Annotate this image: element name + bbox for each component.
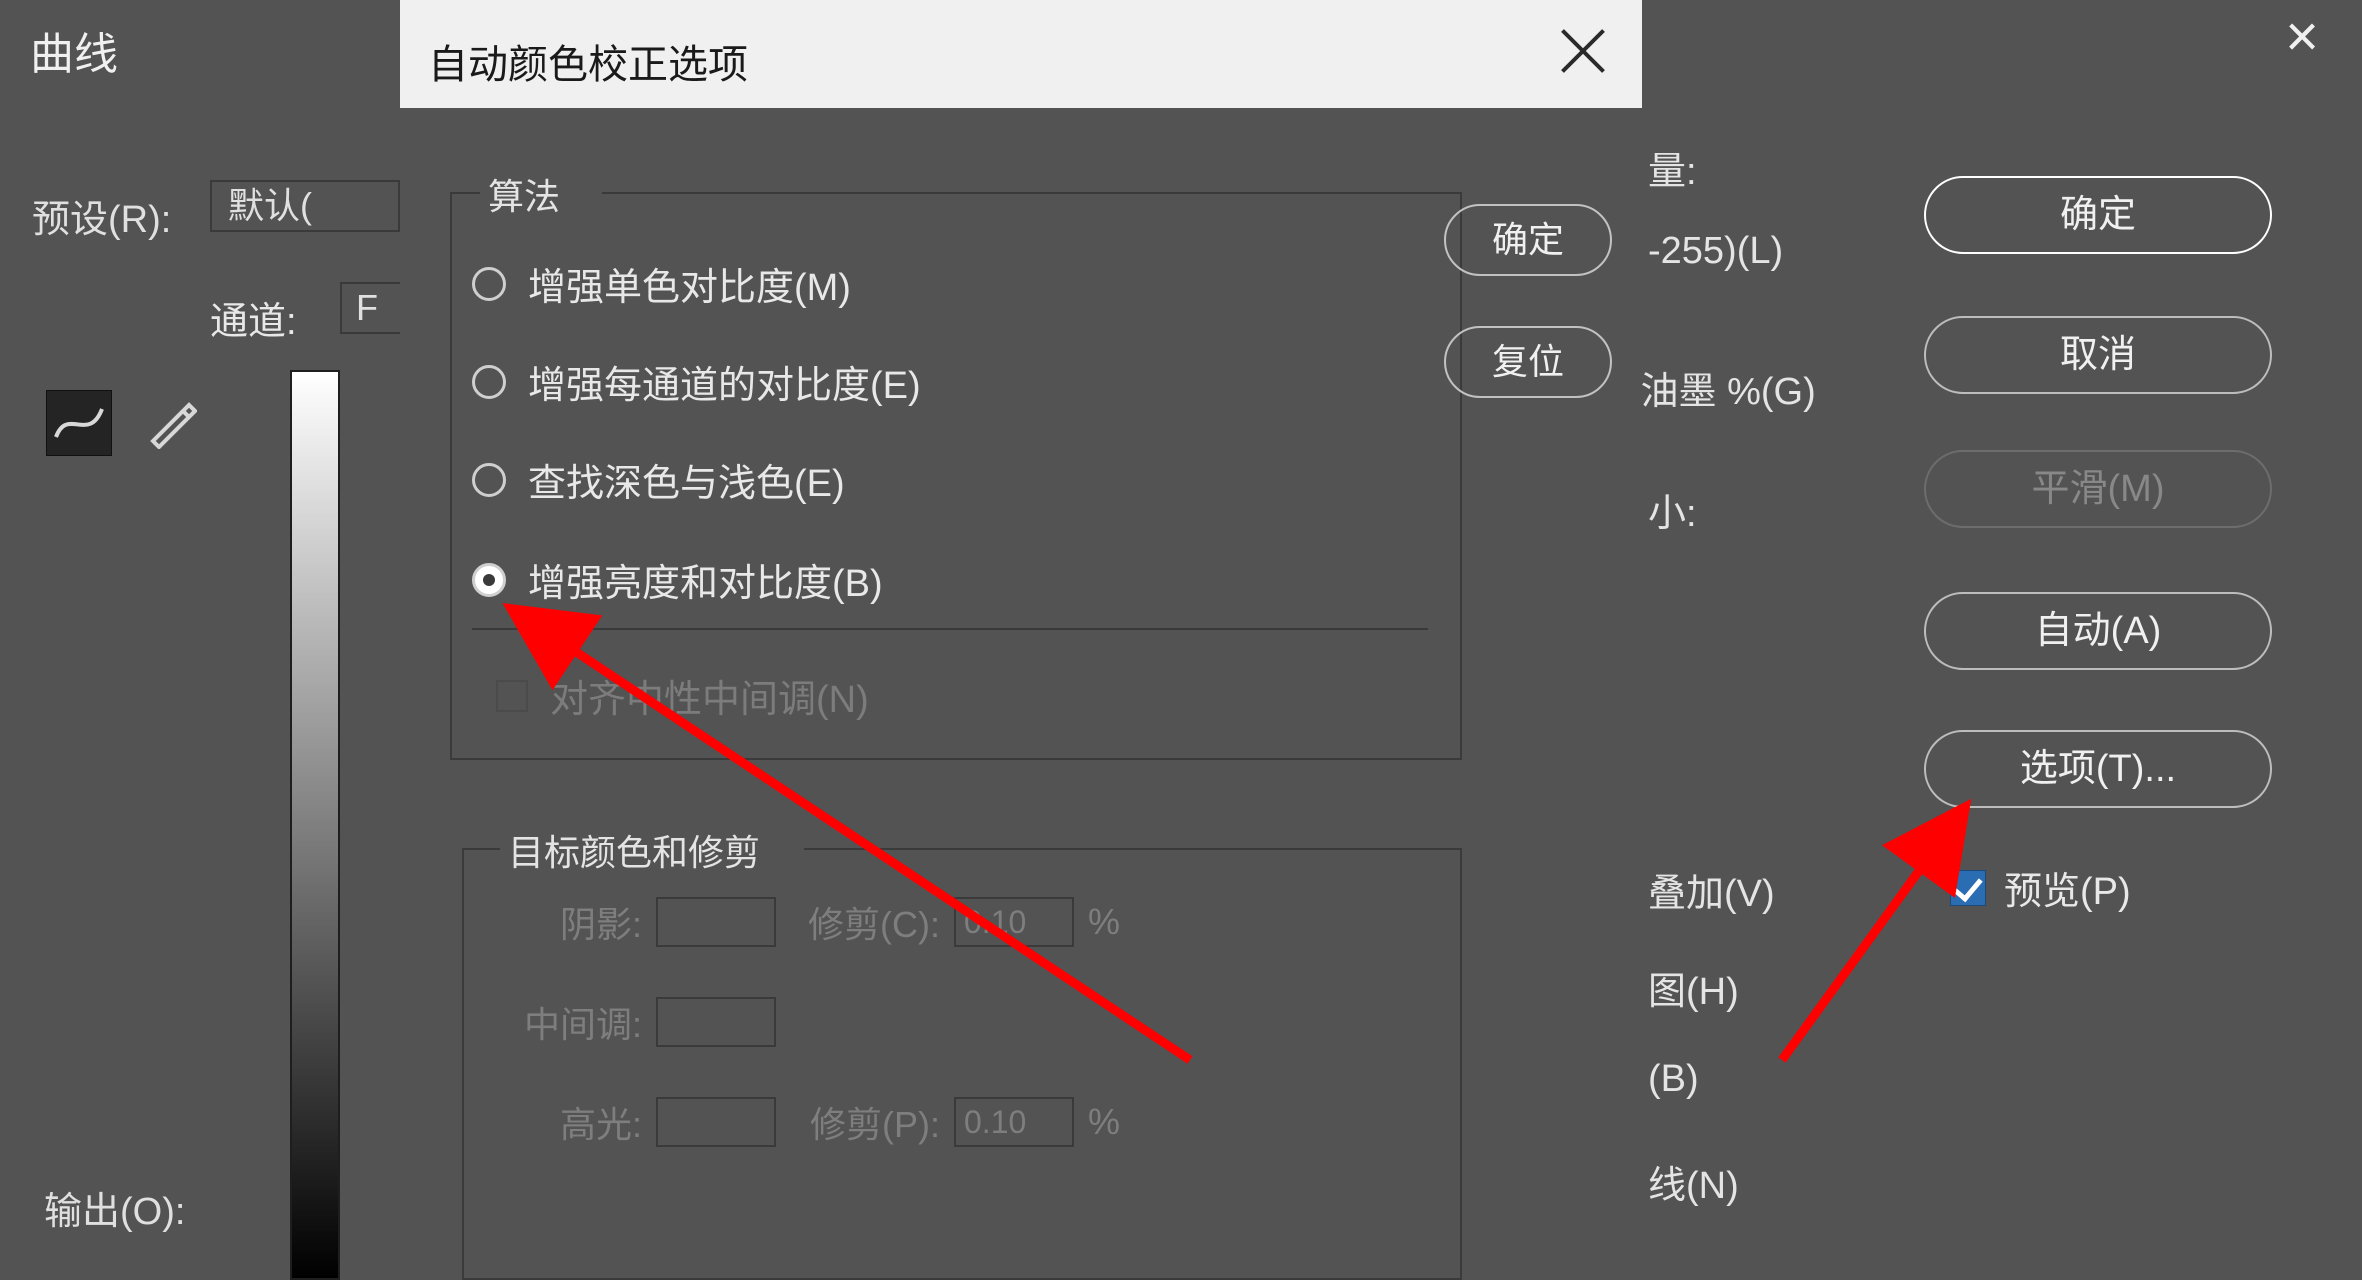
alg-option-mono[interactable]: 增强单色对比度(M) (472, 256, 851, 311)
rightcol-partial-3: /油墨 %(G) (1630, 360, 1816, 415)
curves-smooth-button: 平滑(M) (1924, 450, 2272, 528)
alg-option-per-channel[interactable]: 增强每通道的对比度(E) (472, 354, 921, 409)
clip-p-label: 修剪(P): (790, 1096, 940, 1148)
channel-label: 通道: (210, 290, 297, 345)
curve-tool-icons (46, 390, 204, 456)
midtone-swatch[interactable] (656, 997, 776, 1047)
clip-c-input[interactable] (954, 897, 1074, 947)
shadow-swatch[interactable] (656, 897, 776, 947)
radio-icon[interactable] (472, 267, 506, 301)
auto-color-titlebar: 自动颜色校正选项 (400, 0, 1642, 108)
percent-label: % (1088, 1101, 1120, 1143)
percent-label: % (1088, 901, 1120, 943)
auto-ok-button[interactable]: 确定 (1444, 204, 1612, 276)
preview-label: 预览(P) (2004, 860, 2131, 915)
auto-color-close-button[interactable] (1554, 22, 1612, 80)
rightcol-partial-5: 叠加(V) (1648, 862, 1775, 917)
curves-options-button[interactable]: 选项(T)... (1924, 730, 2272, 808)
highlight-label: 高光: (502, 1096, 642, 1148)
snap-neutral-row: 对齐中性中间调(N) (496, 668, 869, 723)
curves-ok-button[interactable]: 确定 (1924, 176, 2272, 254)
curves-auto-button[interactable]: 自动(A) (1924, 592, 2272, 670)
auto-color-title: 自动颜色校正选项 (428, 32, 748, 90)
alg-option-label: 增强每通道的对比度(E) (528, 354, 921, 409)
output-gradient (290, 370, 340, 1280)
auto-reset-button[interactable]: 复位 (1444, 326, 1612, 398)
highlight-swatch[interactable] (656, 1097, 776, 1147)
rightcol-partial-1: 量: (1648, 140, 1697, 195)
preview-checkbox[interactable] (1950, 870, 1986, 906)
output-label: 输出(O): (44, 1180, 185, 1235)
clip-c-label: 修剪(C): (790, 896, 940, 948)
curve-draw-icon[interactable] (46, 390, 112, 456)
curves-close-button[interactable]: × (2270, 8, 2334, 72)
preset-dropdown[interactable]: 默认( (210, 180, 400, 232)
highlight-row: 高光: 修剪(P): % (502, 1096, 1120, 1148)
rightcol-partial-4: 小: (1648, 482, 1697, 537)
rightcol-partial-7: (B) (1648, 1058, 1699, 1101)
clip-p-input[interactable] (954, 1097, 1074, 1147)
auto-color-dialog: 自动颜色校正选项 算法 增强单色对比度(M) 增强每通道的对比度(E) 查找深色… (400, 0, 1642, 1280)
midtone-label: 中间调: (502, 996, 642, 1048)
snap-neutral-label: 对齐中性中间调(N) (550, 668, 869, 723)
preset-label: 预设(R): (32, 188, 171, 243)
curves-title: 曲线 (30, 18, 118, 82)
snap-neutral-checkbox (496, 680, 528, 712)
radio-icon[interactable] (472, 365, 506, 399)
alg-option-label: 查找深色与浅色(E) (528, 452, 845, 507)
curves-cancel-button[interactable]: 取消 (1924, 316, 2272, 394)
radio-icon[interactable] (472, 463, 506, 497)
algorithm-divider (472, 628, 1428, 630)
rightcol-partial-2: -255)(L) (1648, 230, 1783, 273)
rightcol-partial-6: 图(H) (1648, 960, 1739, 1015)
channel-dropdown[interactable]: F (340, 282, 400, 334)
rightcol-partial-8: 线(N) (1648, 1154, 1739, 1209)
preview-checkbox-row[interactable]: 预览(P) (1950, 860, 2131, 915)
alg-option-label: 增强亮度和对比度(B) (528, 552, 883, 607)
pencil-icon[interactable] (138, 390, 204, 456)
shadow-row: 阴影: 修剪(C): % (502, 896, 1120, 948)
alg-option-find-dark-light[interactable]: 查找深色与浅色(E) (472, 452, 845, 507)
radio-icon[interactable] (472, 563, 506, 597)
alg-option-brightness-contrast[interactable]: 增强亮度和对比度(B) (472, 552, 883, 607)
shadow-label: 阴影: (502, 896, 642, 948)
alg-option-label: 增强单色对比度(M) (528, 256, 851, 311)
midtone-row: 中间调: (502, 996, 776, 1048)
